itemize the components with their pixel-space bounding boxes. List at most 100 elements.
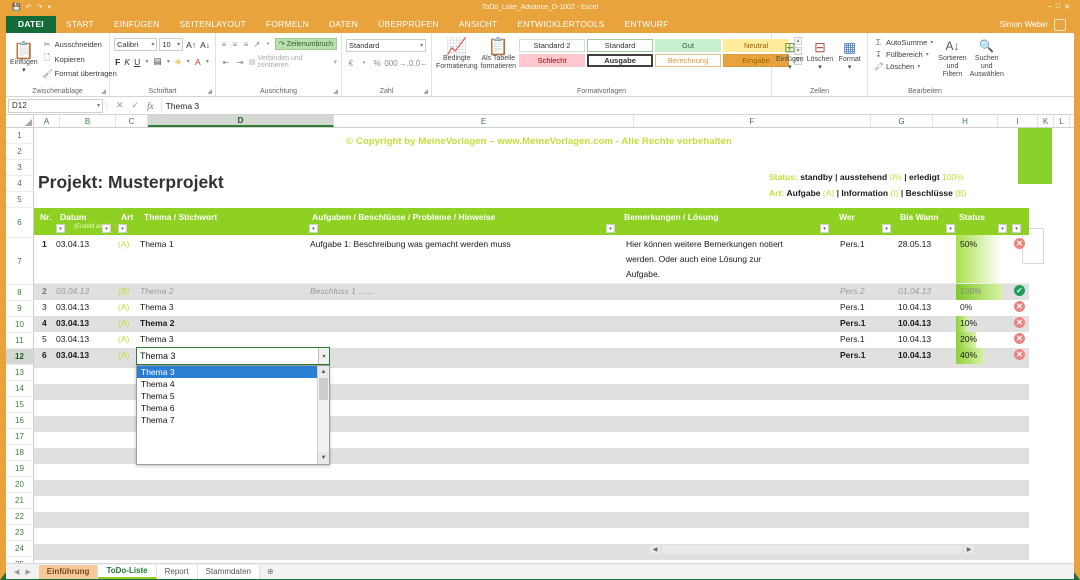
filter-button-extra1[interactable]: ▾ xyxy=(998,224,1007,233)
filter-button-aufgaben[interactable]: ▾ xyxy=(309,224,318,233)
paste-chevron-icon[interactable]: ▾ xyxy=(22,67,26,75)
italic-button[interactable]: K xyxy=(123,55,131,68)
row-header-12[interactable]: 12 xyxy=(6,349,33,365)
row-header-20[interactable]: 20 xyxy=(6,477,33,493)
style-berechnung[interactable]: Berechnung xyxy=(655,54,721,67)
filter-button-art[interactable]: ▾ xyxy=(102,224,111,233)
increase-indent-icon[interactable]: ⇥ xyxy=(234,56,245,68)
delete-chevron-icon[interactable]: ▾ xyxy=(818,64,822,72)
row-header-11[interactable]: 11 xyxy=(6,333,33,349)
cell-biswann-4[interactable]: 10.04.13 xyxy=(898,318,931,328)
style-gut[interactable]: Gut xyxy=(655,39,721,52)
row-header-25[interactable]: 25 xyxy=(6,557,33,563)
fill-chevron-icon[interactable]: ▾ xyxy=(926,51,929,58)
tab-seitenlayout[interactable]: SEITENLAYOUT xyxy=(169,16,255,33)
cancel-icon[interactable]: ✕ xyxy=(116,100,124,111)
paste-button[interactable]: 📋 Einfügen ▾ xyxy=(10,41,38,75)
underline-button[interactable]: U xyxy=(133,55,141,68)
cell-wer-3[interactable]: Pers.1 xyxy=(840,302,865,312)
font-color-icon[interactable]: A xyxy=(194,55,202,68)
cell-biswann-2[interactable]: 01.04.13 xyxy=(898,286,931,296)
cell-datum-1[interactable]: 03.04.13 xyxy=(56,239,89,249)
filter-button-bemerkungen[interactable]: ▾ xyxy=(606,224,615,233)
row-header-24[interactable]: 24 xyxy=(6,541,33,557)
increase-font-size-button[interactable]: A↑ xyxy=(185,38,197,51)
clear-chevron-icon[interactable]: ▾ xyxy=(917,63,920,70)
add-sheet-button[interactable]: ⊕ xyxy=(260,565,281,579)
select-all-corner[interactable] xyxy=(6,115,34,127)
cell-status-2[interactable]: 100% xyxy=(958,286,982,296)
tab-daten[interactable]: DATEN xyxy=(319,16,368,33)
column-header-l[interactable]: L xyxy=(1054,115,1070,127)
fill-button[interactable]: ↧ Füllbereich ▾ xyxy=(872,49,935,60)
column-header-g[interactable]: G xyxy=(871,115,933,127)
sheet-tab-einfuehrung[interactable]: Einführung xyxy=(39,565,99,579)
orientation-chevron-icon[interactable]: ▾ xyxy=(264,38,272,50)
style-standard-2[interactable]: Standard 2 xyxy=(519,39,585,52)
column-header-k[interactable]: K xyxy=(1038,115,1054,127)
row-header-18[interactable]: 18 xyxy=(6,445,33,461)
cell-aufgaben-2[interactable]: Beschluss 1 ....... xyxy=(310,286,375,296)
cell-thema-5[interactable]: Thema 3 xyxy=(140,334,174,344)
scroll-down-icon[interactable]: ▼ xyxy=(318,452,329,464)
hscroll-left-button[interactable]: ◀ xyxy=(650,545,660,554)
filter-button-thema[interactable]: ▾ xyxy=(118,224,127,233)
window-buttons[interactable]: – □ ✕ xyxy=(1048,3,1070,11)
active-cell-editor[interactable]: Thema 3 ▾ xyxy=(136,347,330,365)
column-header-i[interactable]: I xyxy=(998,115,1038,127)
cell-art-5[interactable]: (A) xyxy=(118,334,129,344)
merge-center-button[interactable]: ▤ Verbinden und zentrieren ▾ xyxy=(249,55,337,69)
borders-chevron-icon[interactable]: ▾ xyxy=(165,55,172,68)
font-dialog-launcher[interactable]: ◢ xyxy=(207,88,212,95)
autosum-button[interactable]: Σ AutoSumme ▾ xyxy=(872,37,935,48)
row-header-7[interactable]: 7 xyxy=(6,238,33,285)
tab-ansicht[interactable]: ANSICHT xyxy=(449,16,508,33)
user-avatar[interactable] xyxy=(1054,19,1066,31)
filter-button-extra2[interactable]: ▾ xyxy=(1012,224,1021,233)
comma-style-icon[interactable]: 000 xyxy=(385,57,397,69)
cell-datum-6[interactable]: 03.04.13 xyxy=(56,350,89,360)
style-schlecht[interactable]: Schlecht xyxy=(519,54,585,67)
conditional-formatting-button[interactable]: 📈 Bedingte Formatierung xyxy=(436,37,478,71)
cell-aufgaben-1[interactable]: Aufgabe 1: Beschreibung was gemacht werd… xyxy=(310,239,511,249)
row-header-9[interactable]: 9 xyxy=(6,301,33,317)
insert-function-icon[interactable]: fx xyxy=(147,101,154,111)
sheet-nav-arrows[interactable]: ◀ ▶ xyxy=(6,568,39,576)
chevron-down-icon[interactable]: ▾ xyxy=(151,41,154,48)
cell-nr-3[interactable]: 3 xyxy=(42,302,47,312)
dropdown-item-3[interactable]: Thema 6 xyxy=(137,402,329,414)
cell-biswann-3[interactable]: 10.04.13 xyxy=(898,302,931,312)
cell-nr-6[interactable]: 6 xyxy=(42,350,47,360)
sheet-canvas[interactable]: © Copyright by MeineVorlagen – www.Meine… xyxy=(34,128,1074,563)
row-header-21[interactable]: 21 xyxy=(6,493,33,509)
column-header-c[interactable]: C xyxy=(116,115,148,127)
column-header-b[interactable]: B xyxy=(60,115,116,127)
chevron-down-icon[interactable]: ▾ xyxy=(97,102,102,109)
cell-bemerkungen-1-line1[interactable]: Hier können weitere Bemerkungen notiert xyxy=(626,239,783,249)
font-name-combo[interactable]: Calibri ▾ xyxy=(114,38,157,51)
format-as-table-button[interactable]: 📋 Als Tabelle formatieren xyxy=(481,37,516,71)
column-header-a[interactable]: A xyxy=(34,115,60,127)
status-badge-5[interactable]: ✕ xyxy=(1014,333,1025,344)
column-header-d[interactable]: D xyxy=(148,115,334,127)
status-badge-2[interactable]: ✓ xyxy=(1014,285,1025,296)
cell-nr-4[interactable]: 4 xyxy=(42,318,47,328)
cell-art-2[interactable]: (B) xyxy=(118,286,129,296)
dropdown-item-0[interactable]: Thema 3 xyxy=(137,366,329,378)
cell-status-6[interactable]: 40% xyxy=(958,350,977,360)
cell-status-5[interactable]: 20% xyxy=(958,334,977,344)
cell-bemerkungen-1-line2[interactable]: werden. Oder auch eine Lösung zur xyxy=(626,254,761,264)
column-header-h[interactable]: H xyxy=(933,115,998,127)
font-size-combo[interactable]: 10 ▾ xyxy=(159,38,183,51)
minimize-icon[interactable]: – xyxy=(1048,3,1052,11)
style-ausgabe[interactable]: Ausgabe xyxy=(587,54,653,67)
cell-thema-4[interactable]: Thema 2 xyxy=(140,318,175,328)
decrease-indent-icon[interactable]: ⇤ xyxy=(220,56,231,68)
style-standard[interactable]: Standard xyxy=(587,39,653,52)
row-header-3[interactable]: 3 xyxy=(6,160,33,176)
row-header-22[interactable]: 22 xyxy=(6,509,33,525)
insert-chevron-icon[interactable]: ▾ xyxy=(788,64,792,72)
row-header-6[interactable]: 6 xyxy=(6,208,33,238)
hscroll-track[interactable] xyxy=(662,545,962,554)
cell-datum-3[interactable]: 03.04.13 xyxy=(56,302,89,312)
